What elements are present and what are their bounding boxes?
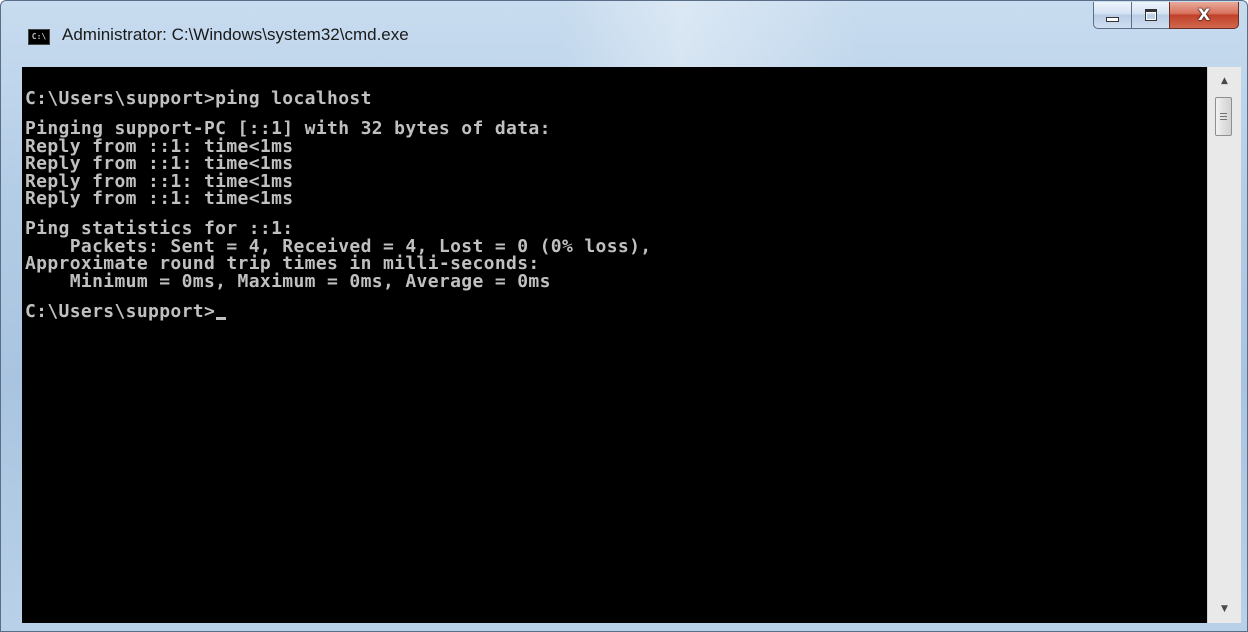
vertical-scrollbar[interactable]: ▲ ▼ — [1207, 67, 1241, 623]
window-title: Administrator: C:\Windows\system32\cmd.e… — [62, 25, 409, 44]
maximize-button[interactable] — [1131, 2, 1169, 29]
minimize-icon — [1106, 16, 1119, 22]
console-line: Reply from ::1: time<1ms — [25, 188, 294, 209]
scroll-down-arrow-icon[interactable]: ▼ — [1208, 599, 1241, 619]
console-line: C:\Users\support> — [25, 302, 651, 321]
caption-buttons: X — [1093, 2, 1239, 32]
console-output[interactable]: C:\Users\support>ping localhost Pinging s… — [22, 67, 1207, 623]
console-line: C:\Users\support>ping localhost — [25, 88, 372, 109]
close-button[interactable]: X — [1169, 2, 1239, 29]
title-bar[interactable]: C:\ Administrator: C:\Windows\system32\c… — [1, 1, 1247, 65]
scroll-up-arrow-icon[interactable]: ▲ — [1208, 71, 1241, 91]
console-line: Minimum = 0ms, Maximum = 0ms, Average = … — [25, 270, 551, 292]
cmd-icon[interactable]: C:\ — [28, 29, 50, 45]
minimize-button[interactable] — [1093, 2, 1131, 29]
console-line: Approximate round trip times in milli-se… — [25, 253, 540, 274]
scrollbar-thumb[interactable] — [1215, 97, 1232, 136]
console-text: C:\Users\support>ping localhost Pinging s… — [25, 90, 651, 320]
console-line: Ping statistics for ::1: — [25, 218, 294, 239]
console-line: Pinging support-PC [::1] with 32 bytes o… — [25, 118, 551, 139]
text-cursor — [216, 316, 227, 320]
close-icon: X — [1197, 5, 1211, 24]
thumb-grip-icon — [1220, 112, 1227, 121]
console-line: Reply from ::1: time<1ms — [25, 153, 294, 174]
maximize-icon — [1144, 9, 1157, 21]
cmd-window: C:\ Administrator: C:\Windows\system32\c… — [0, 0, 1248, 632]
